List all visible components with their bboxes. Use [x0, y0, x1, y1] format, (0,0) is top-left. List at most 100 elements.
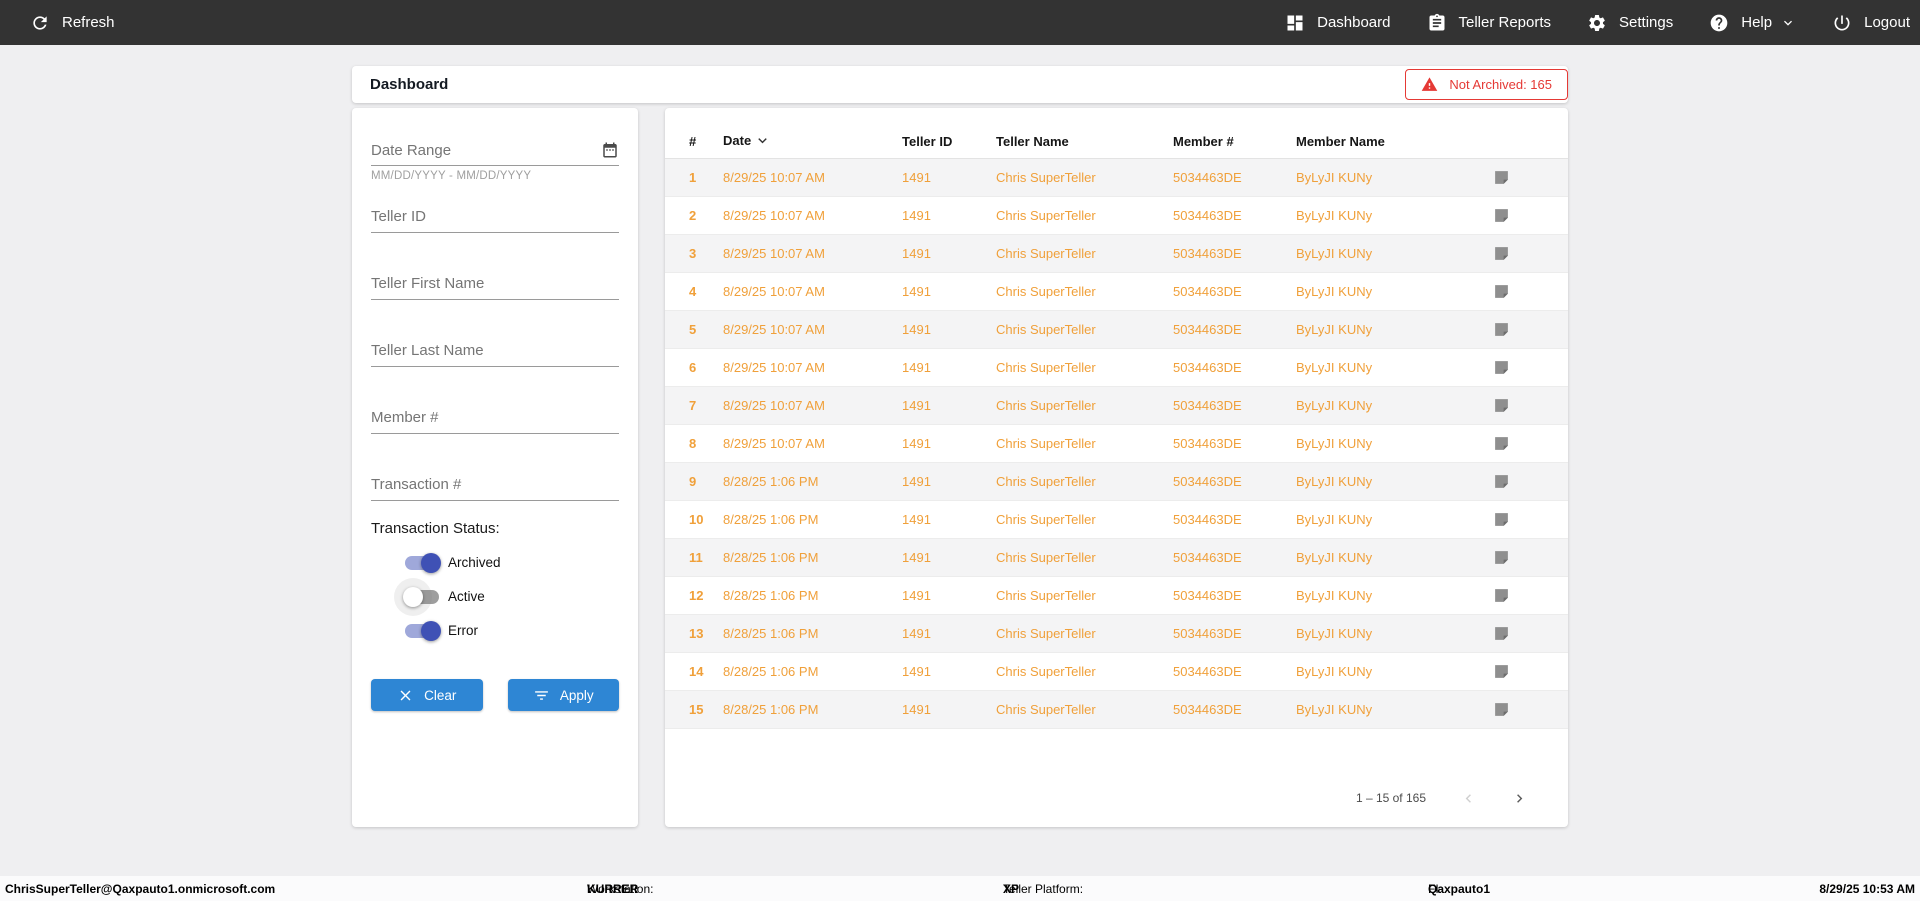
table-row[interactable]: 7 8/29/25 10:07 AM 1491 Chris SuperTelle… — [665, 387, 1568, 425]
transaction-number-input[interactable] — [371, 476, 619, 493]
toggle-label: Active — [448, 589, 485, 604]
previous-page-button[interactable] — [1460, 790, 1477, 807]
note-icon[interactable] — [1493, 207, 1510, 224]
table-row[interactable]: 5 8/29/25 10:07 AM 1491 Chris SuperTelle… — [665, 311, 1568, 349]
status-toggle[interactable]: Active — [403, 585, 619, 608]
toggle-switch[interactable] — [405, 620, 441, 641]
note-icon[interactable] — [1493, 663, 1510, 680]
note-icon[interactable] — [1493, 511, 1510, 528]
table-row[interactable]: 1 8/29/25 10:07 AM 1491 Chris SuperTelle… — [665, 159, 1568, 197]
cell-member-name: ByLyJI KUNy — [1296, 550, 1373, 565]
transaction-number-field — [371, 476, 619, 501]
toggle-thumb — [403, 586, 423, 607]
table-row[interactable]: 4 8/29/25 10:07 AM 1491 Chris SuperTelle… — [665, 273, 1568, 311]
table-row[interactable]: 9 8/28/25 1:06 PM 1491 Chris SuperTeller… — [665, 463, 1568, 501]
chevron-left-icon — [1465, 793, 1471, 803]
note-icon[interactable] — [1493, 625, 1510, 642]
note-icon[interactable] — [1493, 245, 1510, 262]
table-row[interactable]: 2 8/29/25 10:07 AM 1491 Chris SuperTelle… — [665, 197, 1568, 235]
clear-button[interactable]: Clear — [371, 679, 483, 711]
teller-last-name-field — [371, 342, 619, 367]
cell-num: 13 — [689, 626, 704, 641]
note-icon[interactable] — [1493, 701, 1510, 718]
table-row[interactable]: 11 8/28/25 1:06 PM 1491 Chris SuperTelle… — [665, 539, 1568, 577]
apply-button[interactable]: Apply — [507, 679, 619, 711]
cell-date: 8/29/25 10:07 AM — [723, 398, 825, 413]
toggle-switch[interactable] — [403, 586, 439, 607]
note-icon[interactable] — [1493, 473, 1510, 490]
dashboard-icon — [1287, 15, 1303, 30]
table-row[interactable]: 10 8/28/25 1:06 PM 1491 Chris SuperTelle… — [665, 501, 1568, 539]
nav-item-dashboard[interactable]: Dashboard — [1285, 13, 1391, 33]
status-toggle[interactable]: Archived — [405, 551, 619, 574]
cell-teller-id: 1491 — [902, 322, 931, 337]
cell-member-name: ByLyJI KUNy — [1296, 664, 1373, 679]
table-row[interactable]: 14 8/28/25 1:06 PM 1491 Chris SuperTelle… — [665, 653, 1568, 691]
nav-label: Settings — [1619, 14, 1674, 31]
date-range-input[interactable] — [371, 141, 601, 159]
teller-platform-info: Teller Platform: XP — [1003, 881, 1084, 896]
teller-last-name-input[interactable] — [371, 342, 619, 359]
teller-first-name-field — [371, 275, 619, 300]
toggle-thumb — [421, 552, 441, 573]
calendar-icon[interactable] — [601, 141, 619, 159]
note-icon[interactable] — [1493, 283, 1510, 300]
table-header-row: # Date Teller ID Teller Name Member # Me… — [665, 108, 1568, 159]
note-icon[interactable] — [1493, 321, 1510, 338]
cell-member-name: ByLyJI KUNy — [1296, 208, 1373, 223]
cell-teller-id: 1491 — [902, 436, 931, 451]
cell-member-name: ByLyJI KUNy — [1296, 170, 1373, 185]
cell-teller-id: 1491 — [902, 208, 931, 223]
sort-descending-icon — [758, 138, 767, 144]
note-icon[interactable] — [1493, 587, 1510, 604]
member-number-input[interactable] — [371, 409, 619, 426]
cell-member-num: 5034463DE — [1173, 512, 1242, 527]
nav-item-help[interactable]: Help — [1709, 13, 1796, 33]
cell-member-name: ByLyJI KUNy — [1296, 360, 1373, 375]
not-archived-label: Not Archived: 165 — [1449, 77, 1552, 92]
cell-num: 12 — [689, 588, 704, 603]
cell-teller-id: 1491 — [902, 398, 931, 413]
status-toggle[interactable]: Error — [405, 619, 619, 642]
pagination-range-label: 1 – 15 of 165 — [1355, 791, 1426, 805]
table-row[interactable]: 8 8/29/25 10:07 AM 1491 Chris SuperTelle… — [665, 425, 1568, 463]
next-page-button[interactable] — [1511, 790, 1528, 807]
cell-num: 14 — [689, 664, 704, 679]
nav-item-logout[interactable]: Logout — [1832, 13, 1910, 33]
cell-member-name: ByLyJI KUNy — [1296, 284, 1373, 299]
toggle-switch[interactable] — [405, 552, 441, 573]
nav-right: Dashboard Teller Reports Settings Help L… — [1285, 13, 1920, 33]
table-row[interactable]: 13 8/28/25 1:06 PM 1491 Chris SuperTelle… — [665, 615, 1568, 653]
power-icon — [1834, 15, 1850, 30]
cell-num: 11 — [689, 550, 703, 565]
cell-member-name: ByLyJI KUNy — [1296, 246, 1373, 261]
nav-item-teller-reports[interactable]: Teller Reports — [1427, 13, 1552, 33]
nav-item-settings[interactable]: Settings — [1587, 13, 1673, 33]
note-icon[interactable] — [1493, 397, 1510, 414]
cell-member-num: 5034463DE — [1173, 208, 1242, 223]
toggle-thumb — [421, 620, 441, 641]
main-content: Dashboard Not Archived: 165 MM/DD/YYYY -… — [352, 66, 1568, 827]
col-header-date[interactable]: Date — [723, 132, 902, 149]
table-row[interactable]: 6 8/29/25 10:07 AM 1491 Chris SuperTelle… — [665, 349, 1568, 387]
teller-first-name-input[interactable] — [371, 275, 619, 292]
not-archived-badge[interactable]: Not Archived: 165 — [1405, 69, 1568, 100]
cell-date: 8/29/25 10:07 AM — [723, 360, 825, 375]
table-row[interactable]: 12 8/28/25 1:06 PM 1491 Chris SuperTelle… — [665, 577, 1568, 615]
nav-label: Teller Reports — [1458, 14, 1552, 31]
cell-teller-name: Chris SuperTeller — [996, 474, 1096, 489]
member-number-field — [371, 409, 619, 434]
cell-num: 7 — [689, 398, 697, 413]
note-icon[interactable] — [1493, 359, 1510, 376]
cell-member-num: 5034463DE — [1173, 246, 1242, 261]
table-row[interactable]: 3 8/29/25 10:07 AM 1491 Chris SuperTelle… — [665, 235, 1568, 273]
note-icon[interactable] — [1493, 169, 1510, 186]
note-icon[interactable] — [1493, 435, 1510, 452]
cell-date: 8/29/25 10:07 AM — [723, 322, 825, 337]
table-row[interactable]: 15 8/28/25 1:06 PM 1491 Chris SuperTelle… — [665, 691, 1568, 729]
cell-member-name: ByLyJI KUNy — [1296, 398, 1373, 413]
teller-id-input[interactable] — [371, 208, 619, 225]
cell-num: 8 — [689, 436, 697, 451]
note-icon[interactable] — [1493, 549, 1510, 566]
refresh-button[interactable]: Refresh — [0, 13, 115, 33]
